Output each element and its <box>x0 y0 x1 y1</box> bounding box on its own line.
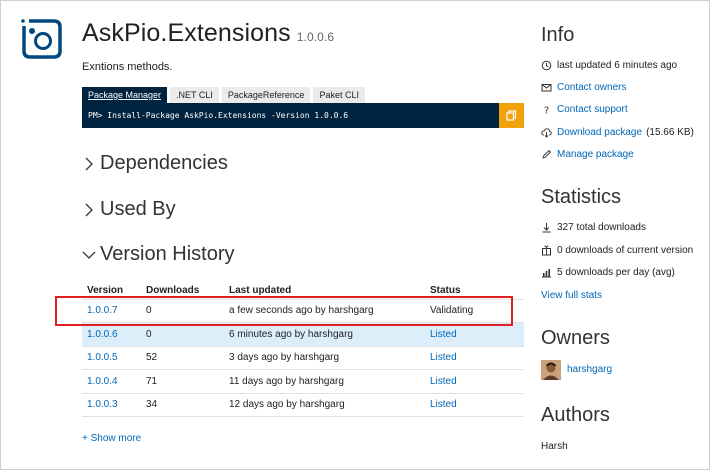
cloud-download-icon <box>541 128 552 138</box>
tab-package-reference[interactable]: PackageReference <box>221 87 311 103</box>
bar-chart-icon <box>542 269 551 278</box>
user-avatar-icon <box>541 360 561 380</box>
version-history-heading: Version History <box>100 243 235 265</box>
downloads-cell: 0 <box>141 322 224 347</box>
status-link[interactable]: Listed <box>430 399 457 410</box>
pencil-icon <box>542 149 552 159</box>
mail-icon <box>541 84 552 92</box>
total-downloads-row: 327 total downloads <box>541 222 646 233</box>
history-icon <box>541 60 552 71</box>
total-downloads-text: 327 total downloads <box>557 222 646 233</box>
last-updated-cell: 12 days ago by harshgarg <box>224 393 425 417</box>
package-icon <box>21 19 62 59</box>
download-package-row[interactable]: Download package (15.66 KB) <box>541 127 694 138</box>
contact-support-row[interactable]: ? Contact support <box>541 104 628 115</box>
manage-package-row[interactable]: Manage package <box>541 149 634 160</box>
question-icon: ? <box>544 106 549 116</box>
used-by-section[interactable]: Used By <box>82 198 176 221</box>
install-command[interactable]: PM> Install-Package AskPio.Extensions -V… <box>82 103 524 128</box>
chevron-right-icon <box>85 203 93 216</box>
downloads-cell: 71 <box>141 369 224 394</box>
table-row: 1.0.0.4 71 11 days ago by harshgarg List… <box>82 369 524 394</box>
version-link[interactable]: 1.0.0.5 <box>87 352 118 363</box>
last-updated-cell: 3 days ago by harshgarg <box>224 346 425 370</box>
package-title: AskPio.Extensions 1.0.0.6 <box>82 19 334 48</box>
view-full-stats-link[interactable]: View full stats <box>541 290 602 301</box>
table-row-current: 1.0.0.6 0 6 minutes ago by harshgarg Lis… <box>82 322 524 347</box>
svg-text:?: ? <box>544 106 549 116</box>
version-history-section[interactable]: Version History <box>82 243 235 266</box>
last-updated-cell: 6 minutes ago by harshgarg <box>224 322 425 347</box>
downloads-per-day-text: 5 downloads per day (avg) <box>557 267 675 278</box>
owners-heading: Owners <box>541 327 610 349</box>
avatar[interactable] <box>541 360 561 380</box>
annotation-highlight-box <box>55 296 513 326</box>
current-version-downloads-text: 0 downloads of current version <box>557 245 694 256</box>
package-description: Exntions methods. <box>82 61 173 73</box>
authors-heading: Authors <box>541 404 610 426</box>
last-updated-row: last updated 6 minutes ago <box>541 60 677 71</box>
last-updated-cell: 11 days ago by harshgarg <box>224 369 425 394</box>
dependencies-heading: Dependencies <box>100 152 228 174</box>
statistics-heading: Statistics <box>541 186 622 208</box>
contact-owners-link[interactable]: Contact owners <box>557 82 626 93</box>
last-updated-text: last updated 6 minutes ago <box>557 60 678 71</box>
install-tabs: Package Manager .NET CLI PackageReferenc… <box>82 87 368 103</box>
table-row: 1.0.0.3 34 12 days ago by harshgarg List… <box>82 393 524 417</box>
status-link[interactable]: Listed <box>430 376 457 387</box>
contact-support-link[interactable]: Contact support <box>557 104 628 115</box>
chevron-down-icon <box>82 251 96 259</box>
downloads-cell: 52 <box>141 346 224 370</box>
package-name: AskPio.Extensions <box>82 19 291 47</box>
version-link[interactable]: 1.0.0.6 <box>87 329 118 340</box>
copy-icon <box>506 110 517 121</box>
download-icon <box>542 223 551 233</box>
manage-package-link[interactable]: Manage package <box>557 149 634 160</box>
owner-link[interactable]: harshgarg <box>567 364 612 375</box>
status-link[interactable]: Listed <box>430 329 457 340</box>
info-heading: Info <box>541 24 575 46</box>
used-by-heading: Used By <box>100 198 176 220</box>
author-name: Harsh <box>541 441 568 452</box>
download-size: (15.66 KB) <box>646 127 694 138</box>
package-version: 1.0.0.6 <box>296 30 335 44</box>
copy-button[interactable] <box>499 103 524 128</box>
version-link[interactable]: 1.0.0.3 <box>87 399 118 410</box>
tab-package-manager[interactable]: Package Manager <box>82 87 168 103</box>
current-version-downloads-row: 0 downloads of current version <box>541 245 693 256</box>
downloads-cell: 34 <box>141 393 224 417</box>
dependencies-section[interactable]: Dependencies <box>82 152 228 175</box>
tab-dotnet-cli[interactable]: .NET CLI <box>170 87 219 103</box>
contact-owners-row[interactable]: Contact owners <box>541 82 626 93</box>
chevron-right-icon <box>85 157 93 170</box>
downloads-per-day-row: 5 downloads per day (avg) <box>541 267 675 278</box>
status-link[interactable]: Listed <box>430 352 457 363</box>
version-link[interactable]: 1.0.0.4 <box>87 376 118 387</box>
show-more-link[interactable]: + Show more <box>82 433 141 444</box>
table-row: 1.0.0.5 52 3 days ago by harshgarg Liste… <box>82 346 524 370</box>
tab-paket-cli[interactable]: Paket CLI <box>313 87 365 103</box>
package-box-icon <box>542 245 551 256</box>
download-package-link[interactable]: Download package <box>557 127 642 138</box>
